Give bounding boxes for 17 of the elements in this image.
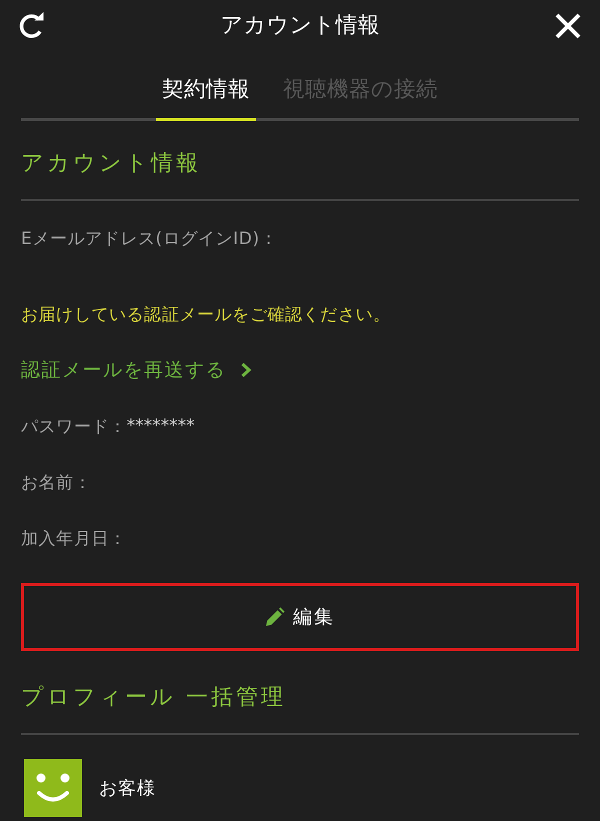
edit-button[interactable]: 編集 — [21, 583, 579, 651]
pencil-icon — [265, 607, 285, 627]
section-title: プロフィール 一括管理 — [21, 685, 286, 710]
field-label: 加入年月日： — [21, 528, 127, 550]
field-value: ******** — [126, 416, 195, 436]
field-label: お名前： — [21, 472, 92, 494]
section-title: アカウント情報 — [21, 151, 201, 176]
chevron-right-icon — [240, 362, 252, 378]
field-label: Eメールアドレス(ログインID) : — [21, 228, 272, 250]
smiley-avatar-icon — [24, 759, 82, 817]
close-icon — [553, 11, 583, 41]
window-title: アカウント情報 — [220, 12, 380, 40]
profile-name: お客様 — [99, 777, 156, 800]
notice-text: お届けしている認証メールをご確認ください。 — [21, 304, 391, 326]
resend-link[interactable]: 認証メールを再送する — [21, 357, 226, 383]
field-label: パスワード： — [21, 416, 127, 438]
tab[interactable]: 契約情報 — [156, 76, 256, 121]
